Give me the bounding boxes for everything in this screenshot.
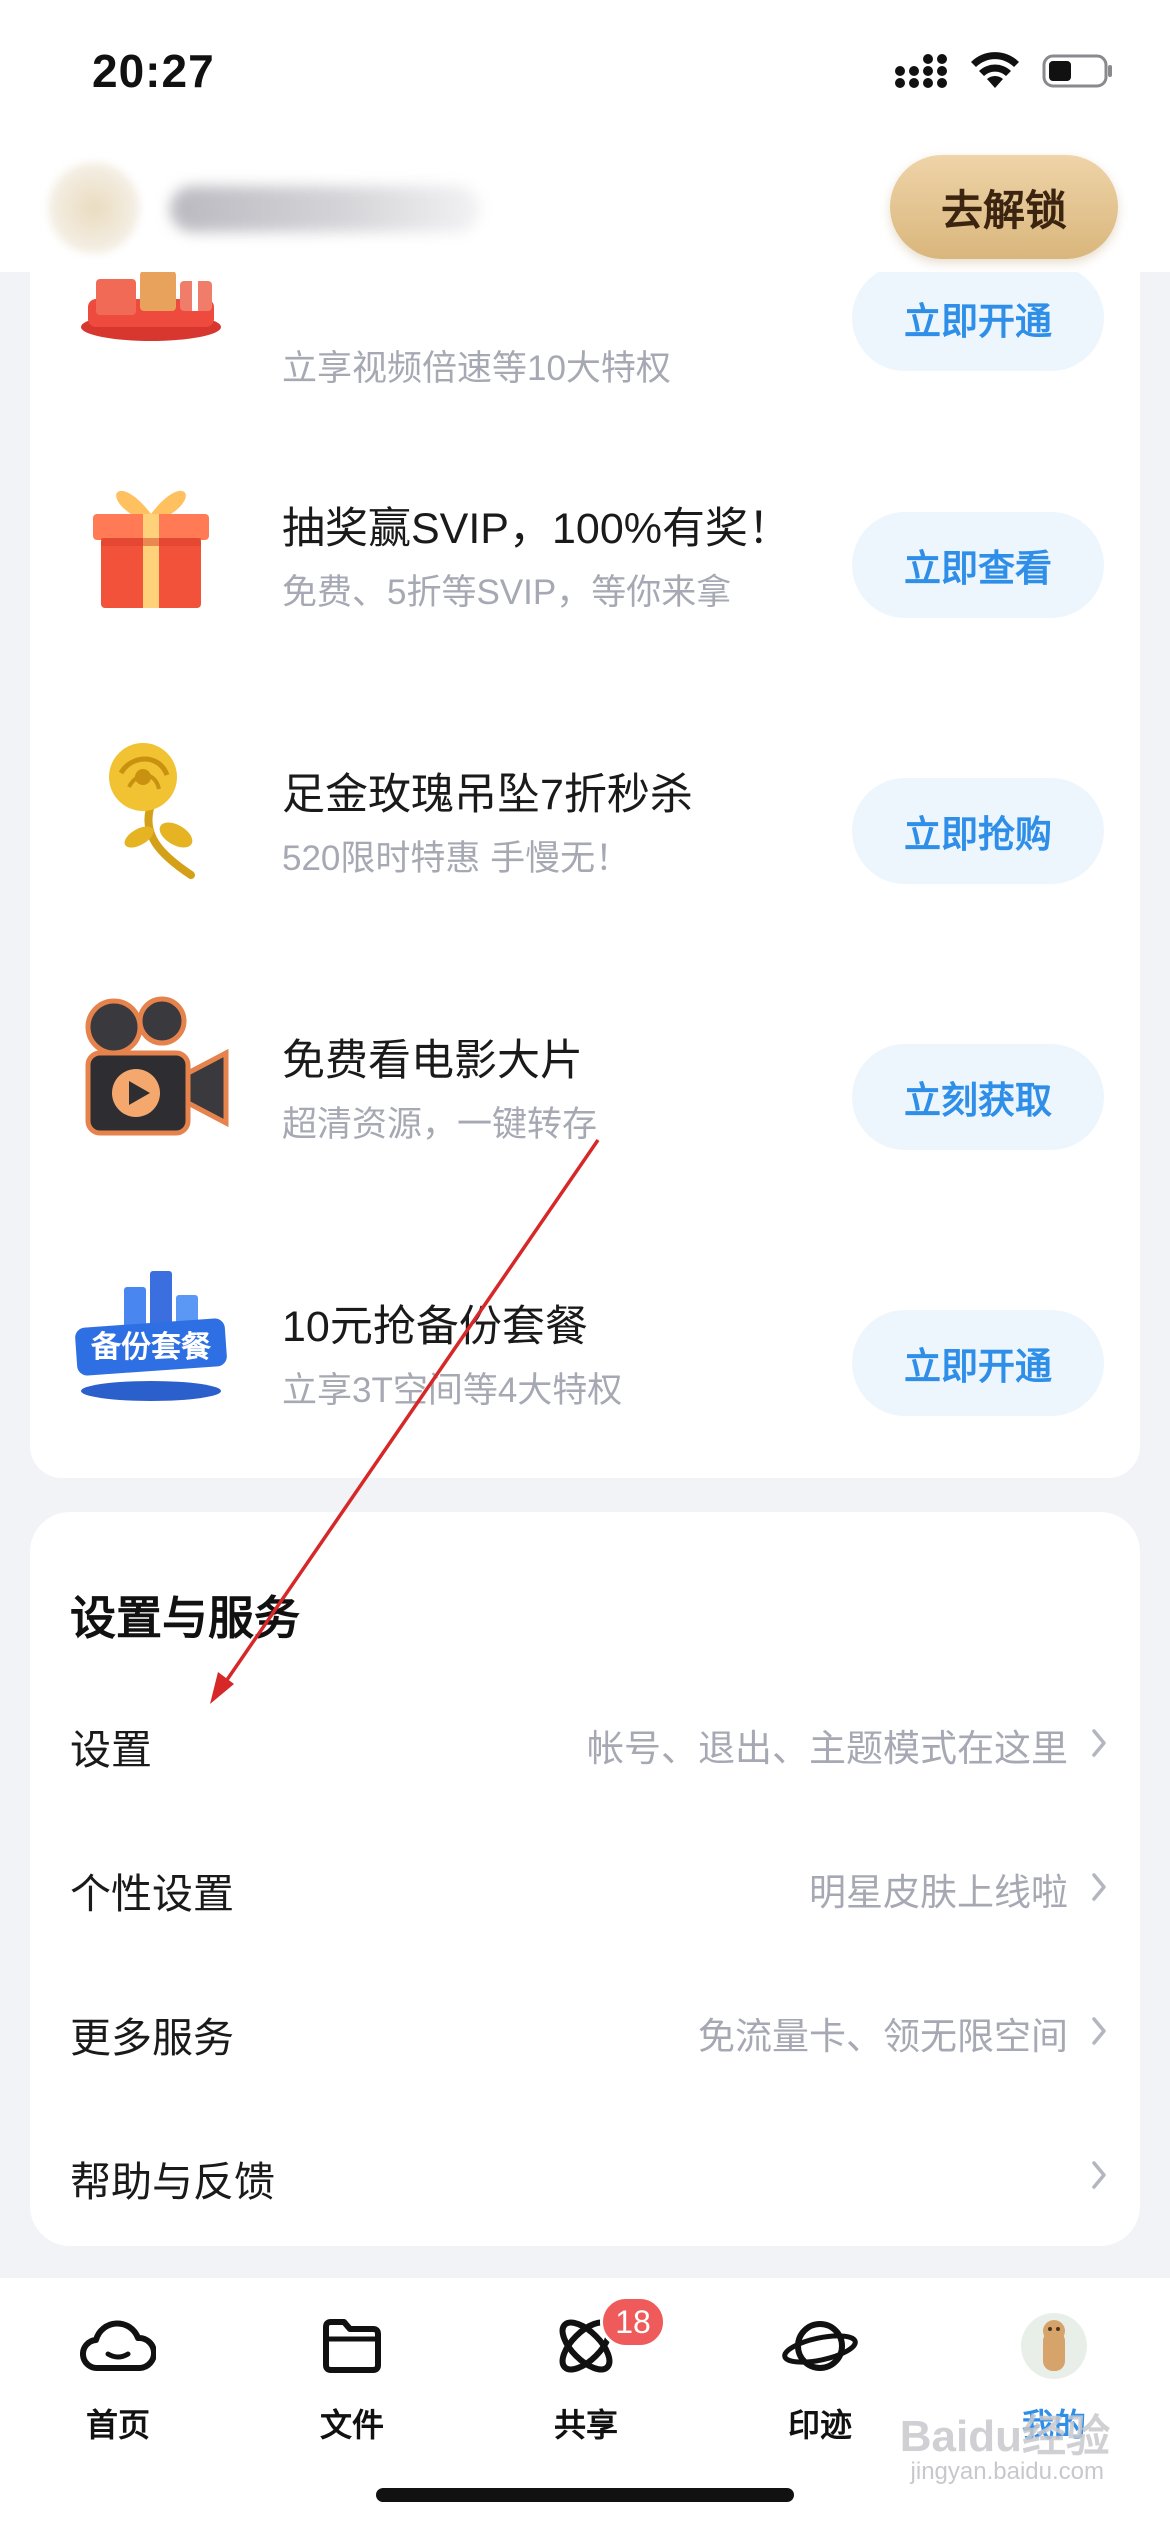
settings-services-card: 设置与服务 设置 帐号、退出、主题模式在这里 个性设置 明星皮肤上线啦 更多服务… — [30, 1512, 1140, 2246]
wifi-icon — [971, 52, 1019, 88]
tab-home[interactable]: 首页 — [28, 2306, 208, 2456]
promo-item-gold-rose[interactable]: 足金玫瑰吊坠7折秒杀 520限时特惠 手慢无！ 立即抢购 — [30, 696, 1140, 896]
promo-item-backup[interactable]: 备份套餐 10元抢备份套餐 立享3T空间等4大特权 立即开通 — [30, 1228, 1140, 1428]
chevron-right-icon — [1092, 2161, 1106, 2189]
chevron-right-icon — [1092, 2017, 1106, 2045]
user-avatar-blurred[interactable] — [48, 162, 140, 254]
promo-title: 抽奖赢SVIP，100%有奖！ — [282, 505, 791, 553]
row-description: 免流量卡、领无限空间 — [698, 2016, 1068, 2057]
promo-title: 足金玫瑰吊坠7折秒杀 — [282, 771, 693, 819]
promo-action-button[interactable]: 立即开通 — [852, 1310, 1104, 1416]
settings-row-more-services[interactable]: 更多服务 免流量卡、领无限空间 — [30, 1970, 1140, 2090]
profile-avatar-icon — [1014, 2306, 1094, 2386]
planet-icon — [780, 2306, 860, 2386]
row-description: 帐号、退出、主题模式在这里 — [587, 1728, 1068, 1769]
backup-package-icon-text: 备份套餐 — [91, 1330, 212, 1364]
promo-subtitle: 立享3T空间等4大特权 — [282, 1371, 623, 1410]
promo-action-button[interactable]: 立即查看 — [852, 512, 1104, 618]
status-icons — [894, 52, 1114, 90]
watermark-brand: Baidu经验 — [899, 2412, 1110, 2461]
tab-share[interactable]: 共享 18 — [496, 2296, 676, 2456]
chevron-right-icon — [1092, 1729, 1106, 1757]
row-label: 帮助与反馈 — [70, 2159, 275, 2205]
watermark-site: jingyan.baidu.com — [910, 2458, 1104, 2485]
section-title: 设置与服务 — [70, 1592, 300, 1644]
promo-subtitle: 520限时特惠 手慢无！ — [282, 839, 631, 878]
promo-subtitle: 免费、5折等SVIP，等你来拿 — [282, 573, 732, 612]
user-name-blurred — [170, 186, 480, 232]
row-label: 个性设置 — [70, 1871, 234, 1917]
unlock-button[interactable]: 去解锁 — [890, 155, 1118, 259]
promo-action-button[interactable]: 立即开通 — [852, 265, 1104, 371]
gold-rose-icon — [66, 730, 236, 880]
backup-package-icon: 备份套餐 — [66, 1262, 236, 1412]
promo-subtitle: 立享视频倍速等10大特权 — [282, 349, 671, 388]
row-label: 更多服务 — [70, 2015, 234, 2061]
cellular-signal-icon — [895, 54, 947, 88]
tab-label: 首页 — [85, 2407, 150, 2443]
home-indicator[interactable] — [376, 2488, 794, 2502]
status-bar: 20:27 — [0, 0, 1170, 150]
notification-badge: 18 — [600, 2296, 666, 2348]
promo-title: 免费看电影大片 — [282, 1037, 583, 1085]
cloud-icon — [78, 2306, 158, 2386]
folder-icon — [312, 2306, 392, 2386]
promotions-card: 立享视频倍速等10大特权 立即开通 抽奖赢SVIP，100%有奖！ 免费、5折等… — [30, 240, 1140, 1478]
promo-subtitle: 超清资源，一键转存 — [282, 1105, 598, 1144]
tab-label: 文件 — [319, 2407, 384, 2443]
promo-item-movies[interactable]: 免费看电影大片 超清资源，一键转存 立刻获取 — [30, 962, 1140, 1162]
promo-item-lottery[interactable]: 抽奖赢SVIP，100%有奖！ 免费、5折等SVIP，等你来拿 立即查看 — [30, 430, 1140, 630]
row-description: 明星皮肤上线啦 — [809, 1872, 1068, 1913]
tab-files[interactable]: 文件 — [262, 2306, 442, 2456]
chevron-right-icon — [1092, 1873, 1106, 1901]
settings-row-settings[interactable]: 设置 帐号、退出、主题模式在这里 — [30, 1682, 1140, 1802]
app-screen: 20:27 去解锁 立享视频倍速等10大特权 立即开通 抽奖赢SVIP，100%… — [0, 0, 1170, 2532]
settings-row-help-feedback[interactable]: 帮助与反馈 — [30, 2114, 1140, 2234]
profile-header: 去解锁 — [0, 150, 1170, 272]
row-label: 设置 — [70, 1727, 152, 1773]
settings-row-personalization[interactable]: 个性设置 明星皮肤上线啦 — [30, 1826, 1140, 1946]
status-time: 20:27 — [92, 45, 215, 97]
movie-camera-icon — [66, 996, 236, 1146]
tab-footprints[interactable]: 印迹 — [730, 2306, 910, 2456]
gift-box-icon — [66, 464, 236, 614]
promo-action-button[interactable]: 立刻获取 — [852, 1044, 1104, 1150]
battery-icon — [1042, 54, 1112, 88]
promo-title: 10元抢备份套餐 — [282, 1303, 588, 1351]
promo-action-button[interactable]: 立即抢购 — [852, 778, 1104, 884]
tab-label: 印迹 — [787, 2407, 852, 2443]
tab-label: 共享 — [553, 2407, 618, 2443]
